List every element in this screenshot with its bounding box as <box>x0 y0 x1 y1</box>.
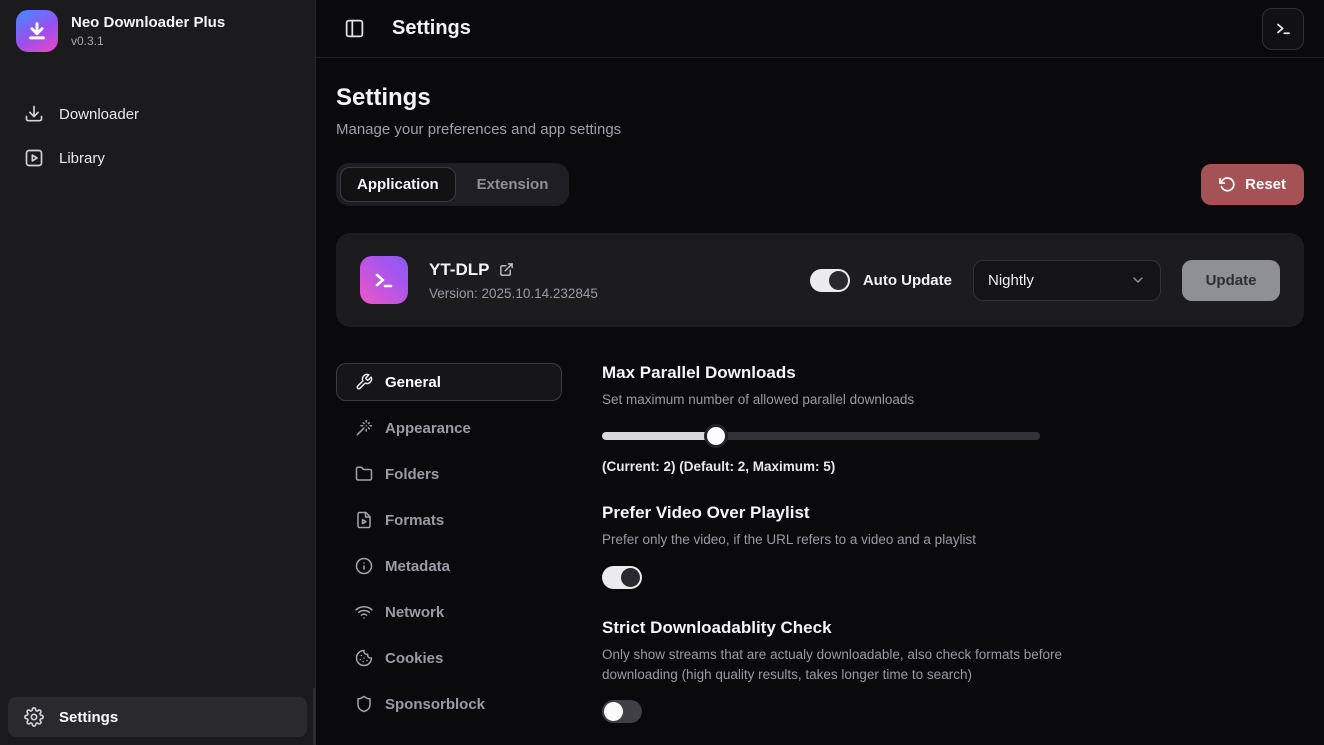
sidebar: Neo Downloader Plus v0.3.1 Downloader Li… <box>0 0 316 745</box>
sidebar-item-settings[interactable]: Settings <box>8 697 307 737</box>
folder-icon <box>355 465 373 483</box>
settings-nav-network[interactable]: Network <box>336 593 562 631</box>
wrench-icon <box>355 373 373 391</box>
rotate-ccw-icon <box>1219 176 1236 193</box>
wifi-icon <box>355 603 373 621</box>
page-subtitle: Manage your preferences and app settings <box>336 121 1304 138</box>
sidebar-item-label: Library <box>59 150 105 167</box>
section-description: Prefer only the video, if the URL refers… <box>602 530 1124 550</box>
tab-extension[interactable]: Extension <box>460 167 566 202</box>
section-max-parallel-downloads: Max Parallel Downloads Set maximum numbe… <box>602 363 1162 474</box>
ytdlp-title: YT-DLP <box>429 260 489 280</box>
settings-nav-label: Network <box>385 604 444 621</box>
topbar: Settings <box>316 0 1324 58</box>
reset-button[interactable]: Reset <box>1201 164 1304 205</box>
section-description: Only show streams that are actualy downl… <box>602 645 1124 686</box>
section-prefer-video: Prefer Video Over Playlist Prefer only t… <box>602 503 1162 588</box>
chevron-down-icon <box>1130 272 1146 288</box>
settings-nav-label: General <box>385 374 441 391</box>
sidebar-scrollbar[interactable] <box>313 688 316 745</box>
file-video-icon <box>355 511 373 529</box>
reset-button-label: Reset <box>1245 176 1286 193</box>
tab-application[interactable]: Application <box>340 167 456 202</box>
settings-nav-appearance[interactable]: Appearance <box>336 409 562 447</box>
strict-check-toggle[interactable] <box>602 700 642 723</box>
section-strict-check: Strict Downloadablity Check Only show st… <box>602 618 1162 724</box>
settings-nav-sponsorblock[interactable]: Sponsorblock <box>336 685 562 723</box>
app-version: v0.3.1 <box>71 34 225 48</box>
settings-nav-formats[interactable]: Formats <box>336 501 562 539</box>
terminal-icon <box>1274 19 1293 38</box>
settings-nav-cookies[interactable]: Cookies <box>336 639 562 677</box>
topbar-title: Settings <box>392 17 471 40</box>
sidebar-item-library[interactable]: Library <box>0 136 315 180</box>
panel-left-icon <box>344 18 365 39</box>
settings-nav-metadata[interactable]: Metadata <box>336 547 562 585</box>
page-title: Settings <box>336 84 1304 112</box>
shield-icon <box>355 695 373 713</box>
info-icon <box>355 557 373 575</box>
app-logo-download-icon <box>16 10 58 52</box>
ytdlp-terminal-icon <box>360 256 408 304</box>
settings-content: Settings Manage your preferences and app… <box>316 58 1324 745</box>
update-button[interactable]: Update <box>1182 260 1280 301</box>
settings-panel: Max Parallel Downloads Set maximum numbe… <box>602 363 1162 745</box>
settings-nav-folders[interactable]: Folders <box>336 455 562 493</box>
app-header: Neo Downloader Plus v0.3.1 <box>0 0 315 62</box>
ytdlp-card-actions: Auto Update Nightly Update <box>810 260 1280 301</box>
prefer-video-toggle[interactable] <box>602 566 642 589</box>
download-icon <box>24 104 44 124</box>
toggle-knob <box>621 568 640 587</box>
app-title-block: Neo Downloader Plus v0.3.1 <box>71 14 225 48</box>
terminal-button[interactable] <box>1262 8 1304 50</box>
settings-category-nav: General Appearance <box>336 363 562 745</box>
toggle-knob <box>604 702 623 721</box>
library-icon <box>24 148 44 168</box>
release-channel-select[interactable]: Nightly <box>973 260 1161 301</box>
external-link-icon[interactable] <box>499 262 514 277</box>
sidebar-toggle-button[interactable] <box>336 11 372 47</box>
settings-nav-label: Metadata <box>385 558 450 575</box>
sidebar-item-label: Downloader <box>59 106 139 123</box>
section-title: Max Parallel Downloads <box>602 363 1162 383</box>
settings-nav-label: Appearance <box>385 420 471 437</box>
ytdlp-info: YT-DLP Version: 2025.10.14.232845 <box>429 260 598 301</box>
gear-icon <box>24 707 44 727</box>
settings-nav-label: Folders <box>385 466 439 483</box>
sidebar-item-label: Settings <box>59 709 118 726</box>
ytdlp-card: YT-DLP Version: 2025.10.14.232845 Auto U… <box>336 233 1304 327</box>
tabs-row: Application Extension Reset <box>336 163 1304 206</box>
cookie-icon <box>355 649 373 667</box>
slider-knob[interactable] <box>704 424 728 448</box>
settings-nav-label: Cookies <box>385 650 443 667</box>
settings-nav-label: Formats <box>385 512 444 529</box>
wand-sparkles-icon <box>355 419 373 437</box>
section-title: Prefer Video Over Playlist <box>602 503 1162 523</box>
toggle-knob <box>829 271 848 290</box>
auto-update-label: Auto Update <box>863 272 952 289</box>
section-title: Strict Downloadablity Check <box>602 618 1162 638</box>
sidebar-nav: Downloader Library <box>0 92 315 180</box>
sidebar-bottom: Settings <box>0 689 315 745</box>
tab-group: Application Extension <box>336 163 569 206</box>
settings-nav-general[interactable]: General <box>336 363 562 401</box>
slider-hint: (Current: 2) (Default: 2, Maximum: 5) <box>602 459 1162 474</box>
app-title: Neo Downloader Plus <box>71 14 225 33</box>
ytdlp-version: Version: 2025.10.14.232845 <box>429 286 598 301</box>
settings-body: General Appearance <box>336 363 1304 745</box>
max-parallel-slider[interactable] <box>602 424 1040 448</box>
section-description: Set maximum number of allowed parallel d… <box>602 390 1124 410</box>
slider-fill <box>602 432 716 440</box>
release-channel-value: Nightly <box>988 272 1034 289</box>
sidebar-item-downloader[interactable]: Downloader <box>0 92 315 136</box>
auto-update-toggle[interactable] <box>810 269 850 292</box>
settings-nav-label: Sponsorblock <box>385 696 485 713</box>
auto-update-control: Auto Update <box>810 269 952 292</box>
main-area: Settings Settings Manage your preference… <box>316 0 1324 745</box>
